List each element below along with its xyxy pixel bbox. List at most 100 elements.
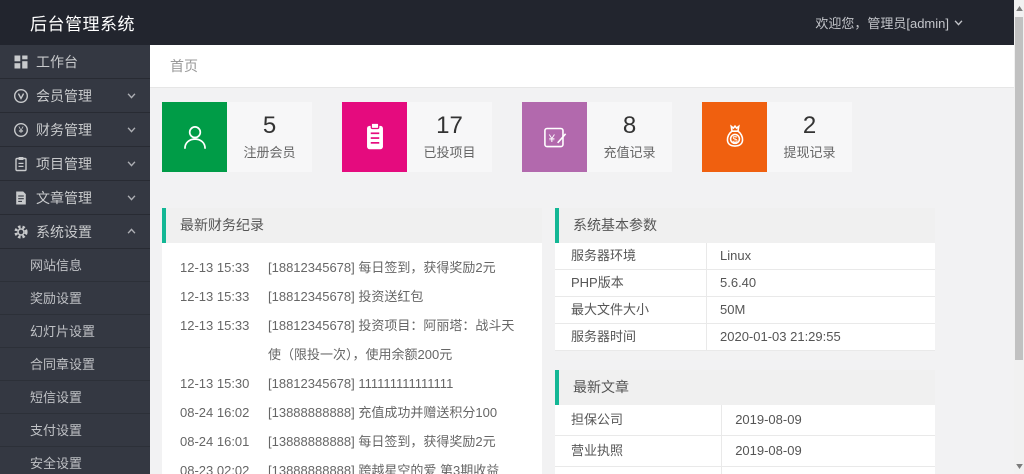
article-date: 2019-08-09 — [722, 436, 935, 466]
chevron-down-icon — [126, 158, 137, 169]
recharge-icon: ¥ — [522, 102, 587, 172]
user-icon — [162, 102, 227, 172]
svg-text:$: $ — [732, 134, 737, 144]
stat-value: 8 — [623, 113, 636, 139]
welcome-text: 欢迎您，管理员[admin] — [815, 13, 949, 32]
panels-row: 最新财务纪录 12-13 15:33 [18812345678] 每日签到，获得… — [162, 208, 1024, 474]
sidebar-item-label: 财务管理 — [36, 120, 126, 140]
stat-info: 5 注册会员 — [227, 102, 312, 172]
stat-card-registered-members[interactable]: 5 注册会员 — [162, 102, 312, 172]
record-time: 08-24 16:02 — [180, 398, 268, 427]
system-params-panel: 系统基本参数 服务器环境 Linux PHP版本 5.6.40 最大文件大小 — [555, 208, 935, 351]
vertical-scrollbar[interactable] — [1014, 0, 1024, 474]
user-menu[interactable]: 欢迎您，管理员[admin] — [815, 13, 964, 32]
finance-record: 12-13 15:33 [18812345678] 每日签到，获得奖励2元 — [180, 253, 524, 282]
scroll-down-button[interactable] — [1014, 458, 1024, 474]
record-text: [18812345678] 111111111111111 — [268, 369, 524, 398]
admin-dashboard: 后台管理系统 欢迎您，管理员[admin] 工作台 会员管理 — [0, 0, 1024, 474]
stat-info: 17 已投项目 — [407, 102, 492, 172]
table-row: PHP版本 5.6.40 — [555, 270, 935, 297]
articles-panel-title: 最新文章 — [555, 370, 935, 405]
finance-record: 08-24 16:02 [13888888888] 充值成功并赠送积分100 — [180, 398, 524, 427]
system-panel-title: 系统基本参数 — [555, 208, 935, 243]
top-bar: 后台管理系统 欢迎您，管理员[admin] — [0, 0, 1024, 45]
svg-text:¥: ¥ — [17, 125, 24, 135]
param-label: 服务器时间 — [555, 324, 707, 350]
record-text: [18812345678] 投资项目：阿丽塔：战斗天使（限投一次），使用余额20… — [268, 311, 524, 369]
stat-card-recharge-records[interactable]: ¥ 8 充值记录 — [522, 102, 672, 172]
stat-cards: 5 注册会员 17 已投项目 — [162, 102, 1024, 172]
app-title: 后台管理系统 — [30, 10, 135, 35]
sidebar-item-finance[interactable]: ¥ 财务管理 — [0, 113, 150, 147]
latest-articles-panel: 最新文章 担保公司 2019-08-09 营业执照 2019-08-09 — [555, 370, 935, 474]
member-icon — [13, 88, 29, 104]
table-row: 服务器环境 Linux — [555, 243, 935, 270]
finance-record-list: 12-13 15:33 [18812345678] 每日签到，获得奖励2元 12… — [162, 243, 542, 474]
record-time: 08-24 16:01 — [180, 427, 268, 456]
chevron-down-icon — [126, 90, 137, 101]
sidebar-item-settings[interactable]: 系统设置 — [0, 215, 150, 249]
stat-label: 已投项目 — [423, 142, 475, 161]
stat-card-invested-projects[interactable]: 17 已投项目 — [342, 102, 492, 172]
article-title: 营业执照 — [555, 436, 722, 466]
gear-icon — [13, 224, 29, 240]
param-value: Linux — [707, 243, 935, 269]
finance-record: 12-13 15:33 [18812345678] 投资项目：阿丽塔：战斗天使（… — [180, 311, 524, 369]
param-label: 服务器环境 — [555, 243, 707, 269]
right-column: 系统基本参数 服务器环境 Linux PHP版本 5.6.40 最大文件大小 — [555, 208, 935, 474]
sidebar-item-workbench[interactable]: 工作台 — [0, 45, 150, 79]
sidebar-item-label: 项目管理 — [36, 154, 126, 174]
article-date: 2019-08-09 — [722, 405, 935, 435]
stat-info: 8 充值记录 — [587, 102, 672, 172]
table-row: 营业执照 2019-08-09 — [555, 436, 935, 467]
svg-text:¥: ¥ — [547, 133, 555, 145]
sidebar-subitem-website-info[interactable]: 网站信息 — [0, 249, 150, 282]
finance-icon: ¥ — [13, 122, 29, 138]
record-text: [18812345678] 每日签到，获得奖励2元 — [268, 253, 524, 282]
param-value: 5.6.40 — [707, 270, 935, 296]
record-time: 12-13 15:33 — [180, 282, 268, 311]
record-text: [13888888888] 充值成功并赠送积分100 — [268, 398, 524, 427]
sidebar-item-projects[interactable]: 项目管理 — [0, 147, 150, 181]
param-label: 最大文件大小 — [555, 297, 707, 323]
table-row: 担保公司 2019-08-09 — [555, 405, 935, 436]
sidebar-subitem-security-settings[interactable]: 安全设置 — [0, 447, 150, 474]
chevron-down-icon — [126, 124, 137, 135]
sidebar: 工作台 会员管理 ¥ 财务管理 项目管理 — [0, 45, 150, 474]
record-text: [18812345678] 投资送红包 — [268, 282, 524, 311]
sidebar-subitem-reward-settings[interactable]: 奖励设置 — [0, 282, 150, 315]
sidebar-subitem-slideshow-settings[interactable]: 幻灯片设置 — [0, 315, 150, 348]
finance-record: 12-13 15:30 [18812345678] 11111111111111… — [180, 369, 524, 398]
stat-label: 注册会员 — [243, 142, 295, 161]
sidebar-item-articles[interactable]: 文章管理 — [0, 181, 150, 215]
sidebar-item-label: 会员管理 — [36, 86, 126, 106]
sidebar-item-label: 工作台 — [36, 52, 137, 72]
chevron-up-icon — [126, 226, 137, 237]
record-time: 12-13 15:33 — [180, 311, 268, 369]
main-area: 首页 5 注册会员 — [150, 45, 1024, 474]
breadcrumb: 首页 — [150, 45, 1024, 88]
stat-card-withdrawal-records[interactable]: $ 2 提现记录 — [702, 102, 852, 172]
sidebar-item-members[interactable]: 会员管理 — [0, 79, 150, 113]
sidebar-subitem-payment-settings[interactable]: 支付设置 — [0, 414, 150, 447]
breadcrumb-home-link[interactable]: 首页 — [170, 56, 198, 76]
sidebar-subitem-contract-seal-settings[interactable]: 合同章设置 — [0, 348, 150, 381]
table-row-partial — [555, 467, 935, 474]
sidebar-item-label: 系统设置 — [36, 222, 126, 242]
project-icon — [13, 156, 29, 172]
sidebar-subitem-sms-settings[interactable]: 短信设置 — [0, 381, 150, 414]
chevron-down-icon — [953, 15, 964, 31]
table-row: 服务器时间 2020-01-03 21:29:55 — [555, 324, 935, 351]
record-time: 08-23 02:02 — [180, 456, 268, 474]
scrollbar-thumb[interactable] — [1015, 17, 1023, 360]
sidebar-item-label: 文章管理 — [36, 188, 126, 208]
finance-record: 12-13 15:33 [18812345678] 投资送红包 — [180, 282, 524, 311]
scroll-up-button[interactable] — [1014, 0, 1024, 16]
record-text: [13888888888] 跨越星空的爱 第3期收益10666.00元 — [268, 456, 524, 474]
dashboard-icon — [13, 54, 29, 70]
record-time: 12-13 15:30 — [180, 369, 268, 398]
article-icon — [13, 190, 29, 206]
record-time: 12-13 15:33 — [180, 253, 268, 282]
stat-value: 5 — [263, 113, 276, 139]
article-title: 担保公司 — [555, 405, 722, 435]
